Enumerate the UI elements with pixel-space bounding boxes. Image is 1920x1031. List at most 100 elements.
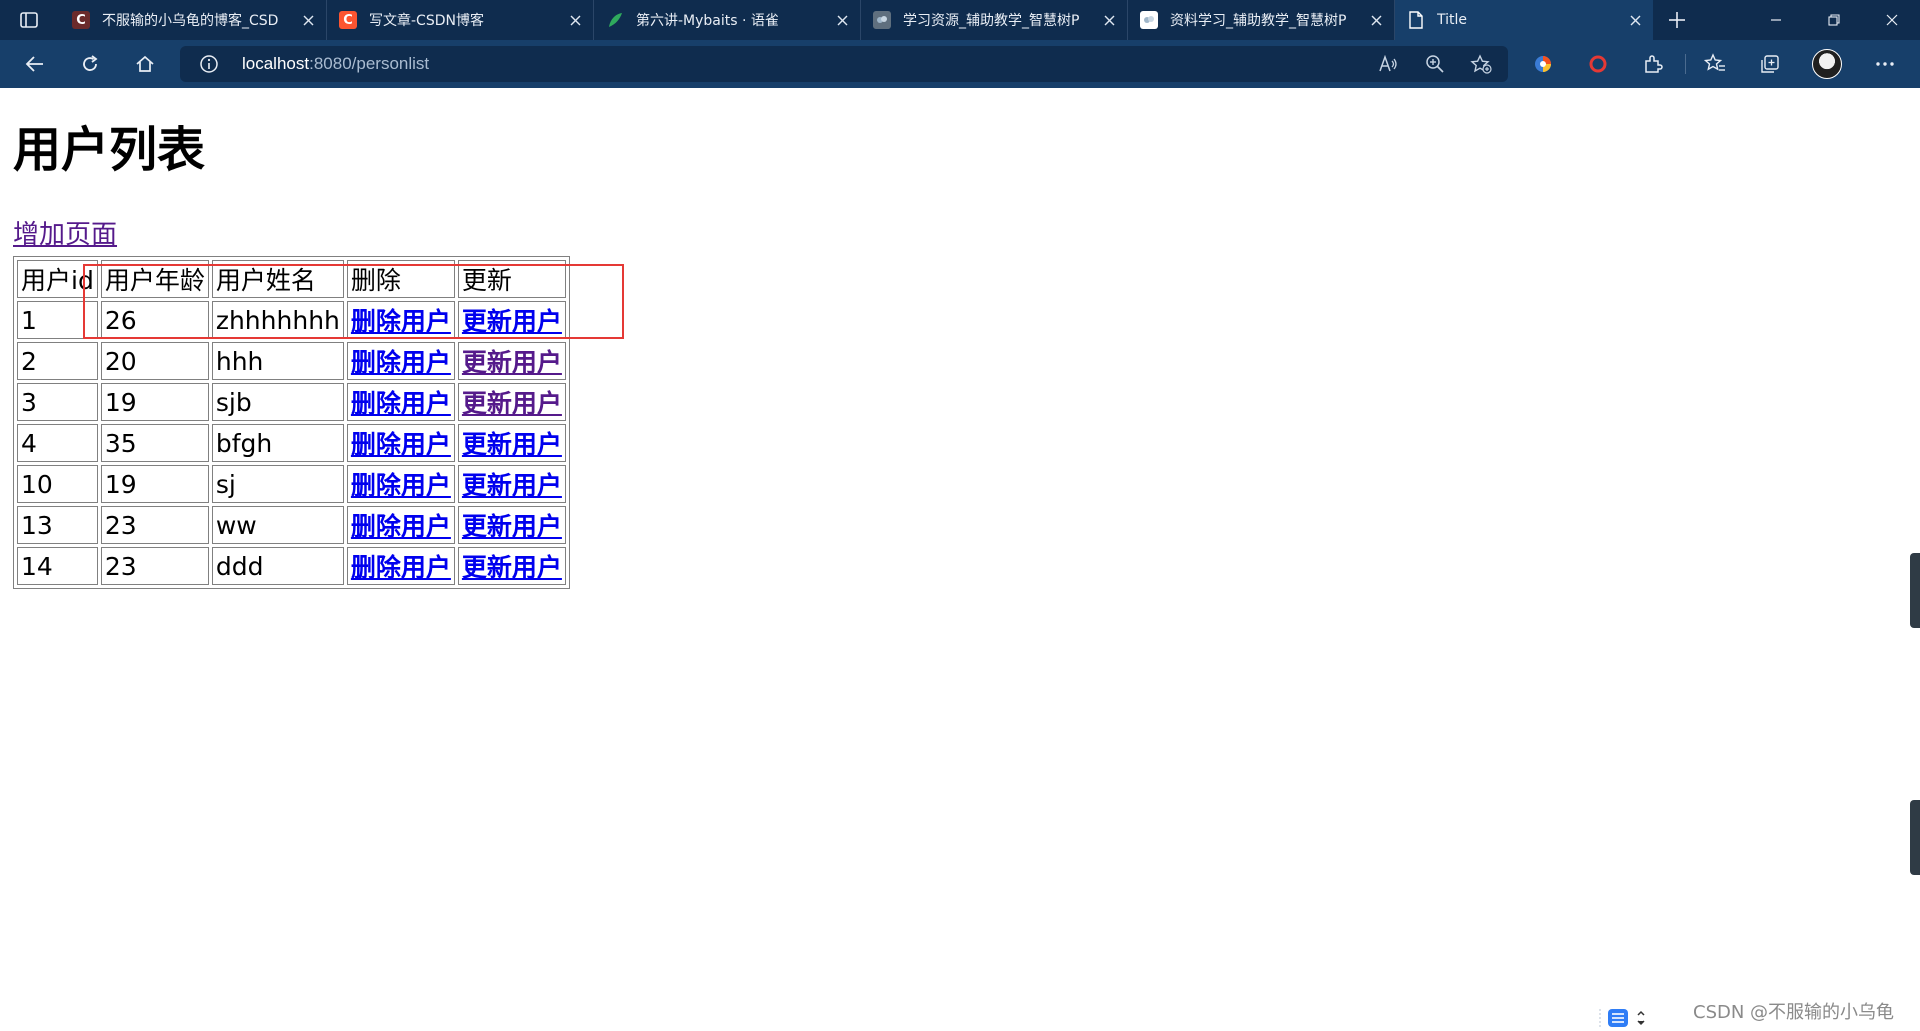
- cell-user-id: 14: [17, 547, 98, 585]
- delete-user-link[interactable]: 删除用户: [351, 389, 451, 418]
- browser-tab-bar: C 不服输的小乌龟的博客_CSD C 写文章-CSDN博客 第六讲-Mybaits · …: [0, 0, 1920, 40]
- more-menu-icon[interactable]: [1870, 49, 1900, 79]
- header-user-name: 用户姓名: [211, 260, 344, 298]
- browser-tab[interactable]: 学习资源_辅助教学_智慧树P: [861, 0, 1128, 40]
- cell-update: 更新用户: [457, 465, 566, 503]
- table-row: 1 26 zhhhhhhh 删除用户 更新用户: [17, 301, 566, 339]
- cell-user-id: 4: [17, 424, 98, 462]
- tab-title: 写文章-CSDN博客: [369, 13, 484, 29]
- url-path: :8080/personlist: [309, 54, 430, 73]
- collections-icon[interactable]: [1755, 49, 1785, 79]
- add-favorite-icon[interactable]: [1469, 52, 1493, 76]
- extension-colorful-icon[interactable]: [1528, 49, 1558, 79]
- floating-widget[interactable]: [1598, 1005, 1650, 1031]
- table-body: 1 26 zhhhhhhh 删除用户 更新用户 2 20 hhh 删除用户 更新用户 3 19 sjb 删…: [17, 301, 566, 585]
- table-header-row: 用户id 用户年龄 用户姓名 删除 更新: [17, 260, 566, 298]
- cell-user-age: 35: [100, 424, 209, 462]
- delete-user-link[interactable]: 删除用户: [351, 348, 451, 377]
- read-aloud-icon[interactable]: [1377, 52, 1401, 76]
- csdn-watermark: CSDN @不服输的小乌龟: [1693, 1002, 1895, 1023]
- cell-user-age: 23: [100, 506, 209, 544]
- tab-close-icon[interactable]: [298, 10, 318, 30]
- delete-user-link[interactable]: 删除用户: [351, 471, 451, 500]
- csdn-icon: C: [339, 11, 357, 29]
- delete-user-link[interactable]: 删除用户: [351, 307, 451, 336]
- cell-update: 更新用户: [457, 424, 566, 462]
- zoom-icon[interactable]: [1423, 52, 1447, 76]
- cell-user-age: 19: [100, 465, 209, 503]
- cell-delete: 删除用户: [346, 383, 455, 421]
- address-bar[interactable]: localhost:8080/personlist: [180, 46, 1508, 82]
- tab-close-icon[interactable]: [1366, 10, 1386, 30]
- header-user-id: 用户id: [17, 260, 98, 298]
- new-tab-button[interactable]: [1662, 6, 1692, 34]
- home-icon[interactable]: [130, 49, 160, 79]
- delete-user-link[interactable]: 删除用户: [351, 430, 451, 459]
- tab-close-icon[interactable]: [832, 10, 852, 30]
- cell-user-id: 13: [17, 506, 98, 544]
- page-title: 用户列表: [13, 122, 206, 178]
- table-row: 4 35 bfgh 删除用户 更新用户: [17, 424, 566, 462]
- url-text[interactable]: localhost:8080/personlist: [242, 54, 429, 74]
- header-user-age: 用户年龄: [100, 260, 209, 298]
- header-update: 更新: [457, 260, 566, 298]
- cell-user-id: 10: [17, 465, 98, 503]
- back-icon[interactable]: [20, 49, 50, 79]
- update-user-link[interactable]: 更新用户: [462, 430, 562, 459]
- browser-tab[interactable]: 资料学习_辅助教学_智慧树P: [1128, 0, 1395, 40]
- site-info-icon[interactable]: [198, 53, 220, 75]
- restore-button[interactable]: [1806, 0, 1862, 40]
- browser-tab[interactable]: C 不服输的小乌龟的博客_CSD: [60, 0, 327, 40]
- cell-user-name: ww: [211, 506, 344, 544]
- update-user-link[interactable]: 更新用户: [462, 512, 562, 541]
- delete-user-link[interactable]: 删除用户: [351, 512, 451, 541]
- update-user-link[interactable]: 更新用户: [462, 389, 562, 418]
- add-page-link[interactable]: 增加页面: [13, 222, 117, 248]
- extension-ring-icon[interactable]: [1583, 49, 1613, 79]
- table-row: 3 19 sjb 删除用户 更新用户: [17, 383, 566, 421]
- update-user-link[interactable]: 更新用户: [462, 471, 562, 500]
- table-row: 10 19 sj 删除用户 更新用户: [17, 465, 566, 503]
- update-user-link[interactable]: 更新用户: [462, 553, 562, 582]
- cell-user-name: sjb: [211, 383, 344, 421]
- cell-user-name: ddd: [211, 547, 344, 585]
- delete-user-link[interactable]: 删除用户: [351, 553, 451, 582]
- tab-actions-icon[interactable]: [14, 8, 44, 32]
- cell-update: 更新用户: [457, 383, 566, 421]
- cell-delete: 删除用户: [346, 424, 455, 462]
- browser-tab[interactable]: C 写文章-CSDN博客: [327, 0, 594, 40]
- cell-user-age: 20: [100, 342, 209, 380]
- cell-delete: 删除用户: [346, 506, 455, 544]
- favorites-icon[interactable]: [1700, 49, 1730, 79]
- browser-tab[interactable]: Title: [1395, 0, 1653, 40]
- table-row: 14 23 ddd 删除用户 更新用户: [17, 547, 566, 585]
- cell-delete: 删除用户: [346, 547, 455, 585]
- scroll-indicator-lower: [1910, 800, 1920, 875]
- refresh-icon[interactable]: [75, 49, 105, 79]
- tab-close-icon[interactable]: [565, 10, 585, 30]
- cell-update: 更新用户: [457, 506, 566, 544]
- cell-user-name: zhhhhhhh: [211, 301, 344, 339]
- extensions-icon[interactable]: [1638, 49, 1668, 79]
- update-user-link[interactable]: 更新用户: [462, 307, 562, 336]
- browser-tab[interactable]: 第六讲-Mybaits · 语雀: [594, 0, 861, 40]
- table-row: 13 23 ww 删除用户 更新用户: [17, 506, 566, 544]
- cell-user-id: 1: [17, 301, 98, 339]
- table-row: 2 20 hhh 删除用户 更新用户: [17, 342, 566, 380]
- url-host: localhost: [242, 54, 310, 73]
- zhihuishu-icon: [873, 11, 891, 29]
- header-delete: 删除: [346, 260, 455, 298]
- scroll-indicator-upper: [1910, 553, 1920, 628]
- update-user-link[interactable]: 更新用户: [462, 348, 562, 377]
- profile-avatar[interactable]: [1812, 49, 1842, 79]
- person-table: 用户id 用户年龄 用户姓名 删除 更新 1 26 zhhhhhhh 删除用户 更新用户…: [13, 256, 570, 589]
- cell-update: 更新用户: [457, 547, 566, 585]
- minimize-button[interactable]: [1748, 0, 1804, 40]
- yuque-icon: [606, 11, 624, 29]
- tab-close-icon[interactable]: [1099, 10, 1119, 30]
- cell-delete: 删除用户: [346, 301, 455, 339]
- browser-toolbar: localhost:8080/personlist: [0, 40, 1920, 88]
- cell-user-age: 19: [100, 383, 209, 421]
- close-window-button[interactable]: [1864, 0, 1920, 40]
- tab-close-icon[interactable]: [1625, 10, 1645, 30]
